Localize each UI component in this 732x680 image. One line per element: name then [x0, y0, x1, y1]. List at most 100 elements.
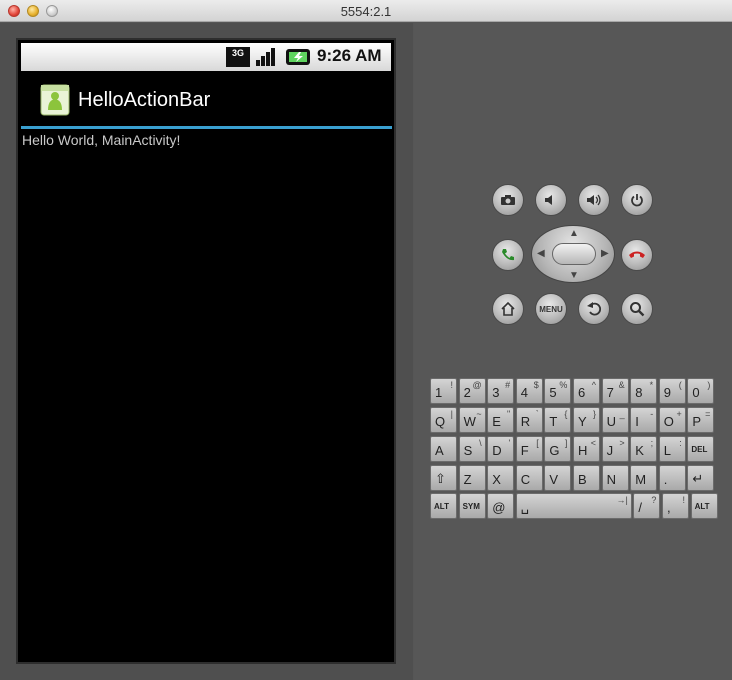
dpad-up-icon[interactable]: ▲ [569, 228, 579, 239]
window-title: 5554:2.1 [340, 4, 392, 19]
key-W[interactable]: W ~ [458, 407, 486, 433]
key-symbol[interactable]: @ [487, 493, 515, 519]
dpad-center-button[interactable] [552, 243, 596, 265]
key-main-label: J [606, 443, 614, 458]
key-main-label: O [663, 414, 674, 429]
key-1[interactable]: 1! [430, 378, 457, 404]
key-Q[interactable]: Q | [430, 407, 457, 433]
key-T[interactable]: T{ [544, 407, 572, 433]
key-main-label: T [549, 414, 558, 429]
home-button[interactable] [492, 293, 524, 325]
key-secondary-label: = [705, 409, 711, 419]
key-Z[interactable]: Z [458, 465, 486, 491]
key-secondary-label: ? [651, 495, 657, 505]
key-G[interactable]: G] [544, 436, 572, 462]
dpad[interactable]: ▲ ▼ ◀ ▶ [531, 225, 615, 283]
key-R[interactable]: R ` [515, 407, 543, 433]
volume-down-button[interactable] [535, 184, 567, 216]
key-P[interactable]: P = [687, 407, 715, 433]
key-U[interactable]: U _ [601, 407, 629, 433]
network-3g-icon: 3G [226, 47, 250, 67]
end-call-button[interactable] [621, 239, 653, 271]
key-2[interactable]: 2 @ [458, 378, 486, 404]
key-4[interactable]: 4 $ [515, 378, 543, 404]
key-9[interactable]: 9( [658, 378, 686, 404]
key-B[interactable]: B [573, 465, 600, 491]
key-secondary-label: ! [682, 495, 685, 505]
device-screen[interactable]: 3G 9:26 AM HelloActionBar Hello World, M… [16, 38, 396, 664]
key-C[interactable]: C [515, 465, 543, 491]
key-main-label: H [578, 443, 588, 458]
key-main-label: / [638, 500, 643, 515]
key-secondary-label: _ [619, 409, 625, 419]
key-main-label: Q [435, 414, 446, 429]
key-ALT[interactable]: ALT [430, 493, 457, 519]
key-F[interactable]: F[ [515, 436, 543, 462]
key-O[interactable]: O + [658, 407, 686, 433]
key-main-label: ALT [694, 502, 710, 511]
key-SYM[interactable]: SYM [458, 493, 486, 519]
call-button[interactable] [492, 239, 524, 271]
key-symbol[interactable]: ↵ [687, 465, 715, 491]
key-symbol[interactable]: /? [633, 493, 661, 519]
controls-panel: ▲ ▼ ◀ ▶ MENU [414, 23, 732, 680]
key-8[interactable]: 8 * [630, 378, 658, 404]
key-3[interactable]: 3 # [487, 378, 515, 404]
key-main-label: DEL [691, 445, 708, 454]
action-bar-divider [21, 126, 392, 129]
app-launcher-icon[interactable] [40, 84, 70, 116]
key-N[interactable]: N [601, 465, 629, 491]
key-main-label: 4 [520, 385, 529, 400]
key-X[interactable]: X [487, 465, 515, 491]
key-L[interactable]: L: [658, 436, 686, 462]
key-M[interactable]: M [630, 465, 658, 491]
key-main-label: @ [492, 500, 506, 515]
content-text: Hello World, MainActivity! [22, 132, 181, 148]
dpad-right-icon[interactable]: ▶ [601, 248, 609, 259]
key-7[interactable]: 7 & [601, 378, 629, 404]
key-0[interactable]: 0) [687, 378, 715, 404]
key-ALT[interactable]: ALT [690, 493, 718, 519]
key-main-label: Y [578, 414, 587, 429]
key-I[interactable]: I- [630, 407, 658, 433]
key-secondary-label: & [618, 380, 625, 390]
search-button[interactable] [621, 293, 653, 325]
key-5[interactable]: 5% [544, 378, 572, 404]
key-secondary-label: # [505, 380, 511, 390]
key-symbol[interactable]: ⇧ [430, 465, 457, 491]
key-main-label: 8 [635, 385, 643, 400]
key-E[interactable]: E " [487, 407, 515, 433]
menu-button[interactable]: MENU [535, 293, 567, 325]
key-J[interactable]: J > [601, 436, 629, 462]
key-6[interactable]: 6 ^ [573, 378, 600, 404]
status-clock: 9:26 AM [317, 46, 382, 65]
key-symbol[interactable]: ,! [662, 493, 689, 519]
status-bar: 3G 9:26 AM [21, 43, 391, 71]
key-A[interactable]: A [430, 436, 457, 462]
key-main-label: 5 [549, 385, 557, 400]
key-symbol[interactable]: . [658, 465, 686, 491]
key-main-label: D [492, 443, 502, 458]
volume-up-button[interactable] [578, 184, 610, 216]
key-Y[interactable]: Y} [573, 407, 600, 433]
key-K[interactable]: K; [630, 436, 658, 462]
key-main-label: C [520, 472, 531, 487]
key-main-label: W [463, 414, 476, 429]
key-D[interactable]: D ' [487, 436, 515, 462]
end-call-icon [629, 251, 645, 258]
key-secondary-label: : [679, 438, 682, 448]
camera-icon [501, 195, 515, 205]
dpad-left-icon[interactable]: ◀ [537, 248, 545, 259]
camera-button[interactable] [492, 184, 524, 216]
dpad-down-icon[interactable]: ▼ [569, 270, 579, 281]
key-main-label: A [435, 443, 444, 458]
key-V[interactable]: V [544, 465, 572, 491]
key-main-label: ALT [434, 502, 449, 511]
power-button[interactable] [621, 184, 653, 216]
key-DEL[interactable]: DEL [687, 436, 715, 462]
title-bar[interactable]: 5554:2.1 [0, 0, 732, 22]
key-H[interactable]: H < [573, 436, 600, 462]
key-symbol[interactable]: ␣ →| [515, 493, 632, 519]
back-button[interactable] [578, 293, 610, 325]
key-S[interactable]: S \ [458, 436, 486, 462]
